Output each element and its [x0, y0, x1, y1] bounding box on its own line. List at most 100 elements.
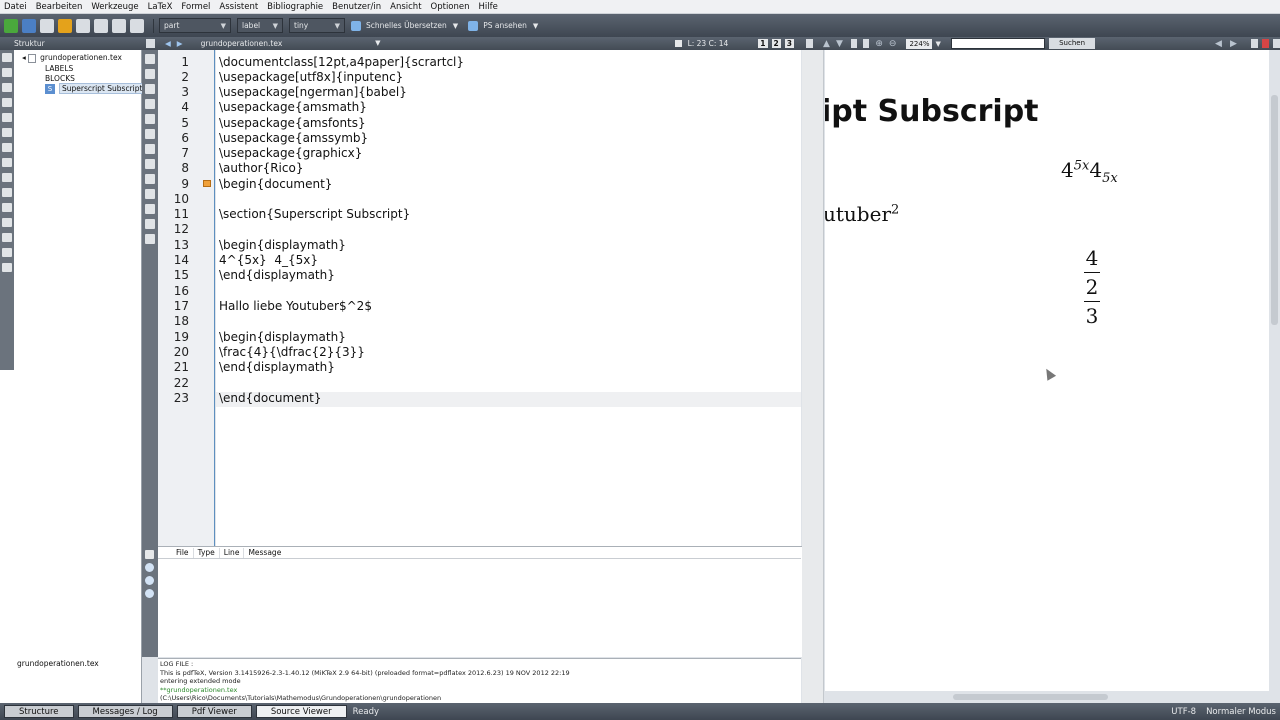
copy-icon[interactable] — [94, 18, 108, 33]
arrow-right-icon[interactable]: ▶ — [177, 39, 183, 48]
column-line[interactable]: Line — [220, 548, 245, 558]
scrollbar-thumb[interactable] — [1271, 95, 1278, 325]
prev-error-icon[interactable] — [145, 576, 154, 585]
pdf-search-input[interactable] — [950, 38, 1046, 49]
code-line[interactable]: \usepackage{amsmath} — [219, 100, 367, 115]
size-combo[interactable]: tiny ▼ — [289, 18, 345, 33]
code-line[interactable]: \end{displaymath} — [219, 360, 335, 375]
format-icon[interactable] — [145, 174, 155, 184]
arrow-down-icon[interactable]: ▼ — [836, 39, 843, 49]
symbol-icon[interactable] — [2, 98, 12, 107]
symbol-icon[interactable] — [2, 233, 12, 242]
zoom-level[interactable]: 224% — [906, 38, 933, 49]
window-icon[interactable] — [1272, 39, 1280, 48]
format-icon[interactable] — [145, 234, 155, 244]
open-file-icon[interactable] — [22, 18, 36, 33]
arrow-left-icon[interactable]: ◀ — [1215, 39, 1222, 49]
symbol-icon[interactable] — [2, 68, 12, 77]
tab-pdf-viewer[interactable]: Pdf Viewer — [176, 705, 252, 718]
symbol-icon[interactable] — [2, 53, 12, 62]
editor-tab[interactable]: grundoperationen.tex ▼ — [201, 39, 381, 48]
symbol-icon[interactable] — [2, 218, 12, 227]
code-line[interactable]: \usepackage[ngerman]{babel} — [219, 85, 407, 100]
tab-messages-log[interactable]: Messages / Log — [77, 705, 173, 718]
print-icon[interactable] — [1250, 39, 1258, 48]
code-line[interactable]: \frac{4}{\dfrac{2}{3}} — [219, 345, 365, 360]
symbol-icon[interactable] — [2, 263, 12, 272]
next-error-icon[interactable] — [145, 563, 154, 572]
save-icon[interactable] — [40, 18, 54, 33]
menu-ansicht[interactable]: Ansicht — [390, 2, 421, 12]
column-message[interactable]: Message — [244, 548, 285, 558]
menu-benutzer[interactable]: Benutzer/in — [332, 2, 381, 12]
menu-latex[interactable]: LaTeX — [148, 2, 173, 12]
menu-datei[interactable]: Datei — [4, 2, 27, 12]
code-line[interactable]: \usepackage{graphicx} — [219, 146, 362, 161]
symbol-icon[interactable] — [2, 113, 12, 122]
code-line[interactable]: \end{displaymath} — [219, 268, 335, 283]
italic-icon[interactable] — [145, 69, 155, 79]
code-line[interactable]: \usepackage{amsfonts} — [219, 116, 366, 131]
menu-formel[interactable]: Formel — [181, 2, 210, 12]
settings-icon[interactable] — [145, 589, 154, 598]
menu-werkzeuge[interactable]: Werkzeuge — [91, 2, 138, 12]
code-line[interactable]: \begin{displaymath} — [219, 330, 346, 345]
symbol-icon[interactable] — [2, 128, 12, 137]
emph-icon[interactable] — [145, 84, 155, 94]
format-icon[interactable] — [145, 219, 155, 229]
view-1-button[interactable]: 1 — [758, 39, 768, 48]
align-center-icon[interactable] — [145, 114, 155, 124]
scrollbar-thumb[interactable] — [953, 694, 1108, 700]
open-document-item[interactable]: grundoperationen.tex — [14, 659, 142, 669]
code-line[interactable]: \begin{displaymath} — [219, 238, 346, 253]
code-line[interactable]: Hallo liebe Youtuber$^2$ — [219, 299, 372, 314]
code-line[interactable]: \end{document} — [219, 391, 321, 406]
code-line[interactable]: 4^{5x} 4_{5x} — [219, 253, 318, 268]
symbol-icon[interactable] — [2, 203, 12, 212]
format-icon[interactable] — [145, 189, 155, 199]
chevron-down-icon[interactable]: ▼ — [935, 40, 940, 48]
undo-icon[interactable] — [58, 18, 72, 33]
zoom-out-icon[interactable]: ⊖ — [889, 39, 897, 49]
part-combo[interactable]: part ▼ — [159, 18, 231, 33]
encoding-indicator[interactable]: UTF-8 — [1171, 707, 1196, 717]
paste-icon[interactable] — [130, 18, 144, 33]
symbol-icon[interactable] — [2, 143, 12, 152]
redo-icon[interactable] — [76, 18, 90, 33]
tree-item-blocks[interactable]: BLOCKS — [45, 74, 75, 83]
code-line[interactable]: \begin{document} — [219, 177, 332, 192]
code-line[interactable]: \section{Superscript Subscript} — [219, 207, 410, 222]
code-line[interactable]: \documentclass[12pt,a4paper]{scrartcl} — [219, 55, 464, 70]
zoom-in-icon[interactable]: ⊕ — [875, 39, 883, 49]
log-panel[interactable]: LOG FILE : This is pdfTeX, Version 3.141… — [158, 658, 801, 703]
menu-bearbeiten[interactable]: Bearbeiten — [36, 2, 83, 12]
arrow-left-icon[interactable]: ◀ — [165, 39, 171, 48]
tree-item-file[interactable]: ◂ grundoperationen.tex — [22, 53, 122, 63]
menu-hilfe[interactable]: Hilfe — [479, 2, 498, 12]
symbol-icon[interactable] — [2, 83, 12, 92]
pdf-page[interactable]: ipt Subscript 45x45x utuber2 4 2 3 — [825, 50, 1269, 691]
column-file[interactable]: File — [172, 548, 194, 558]
smallcaps-icon[interactable] — [145, 159, 155, 169]
bold-icon[interactable] — [145, 54, 155, 64]
tab-source-viewer[interactable]: Source Viewer — [255, 705, 347, 718]
code-line[interactable]: \usepackage{amssymb} — [219, 131, 368, 146]
tree-item-section[interactable]: S Superscript Subscript — [45, 83, 146, 94]
menu-bibliographie[interactable]: Bibliographie — [267, 2, 323, 12]
pdf-menu-icon[interactable] — [806, 39, 814, 48]
tree-item-labels[interactable]: LABELS — [45, 64, 73, 73]
view-ps-button[interactable]: PS ansehen ▼ — [468, 20, 538, 31]
pdf-horizontal-scrollbar[interactable] — [825, 691, 1269, 703]
close-icon[interactable] — [674, 40, 682, 47]
symbol-icon[interactable] — [2, 158, 12, 167]
clear-icon[interactable] — [145, 550, 154, 559]
symbol-icon[interactable] — [2, 248, 12, 257]
menu-optionen[interactable]: Optionen — [431, 2, 470, 12]
pdf-vertical-scrollbar[interactable] — [1269, 50, 1280, 703]
newline-icon[interactable] — [145, 144, 155, 154]
pdf-search-button[interactable]: Suchen — [1049, 38, 1096, 49]
align-left-icon[interactable] — [145, 99, 155, 109]
external-viewer-icon[interactable] — [1261, 39, 1269, 48]
view-2-button[interactable]: 2 — [771, 39, 781, 48]
cut-icon[interactable] — [112, 18, 126, 33]
